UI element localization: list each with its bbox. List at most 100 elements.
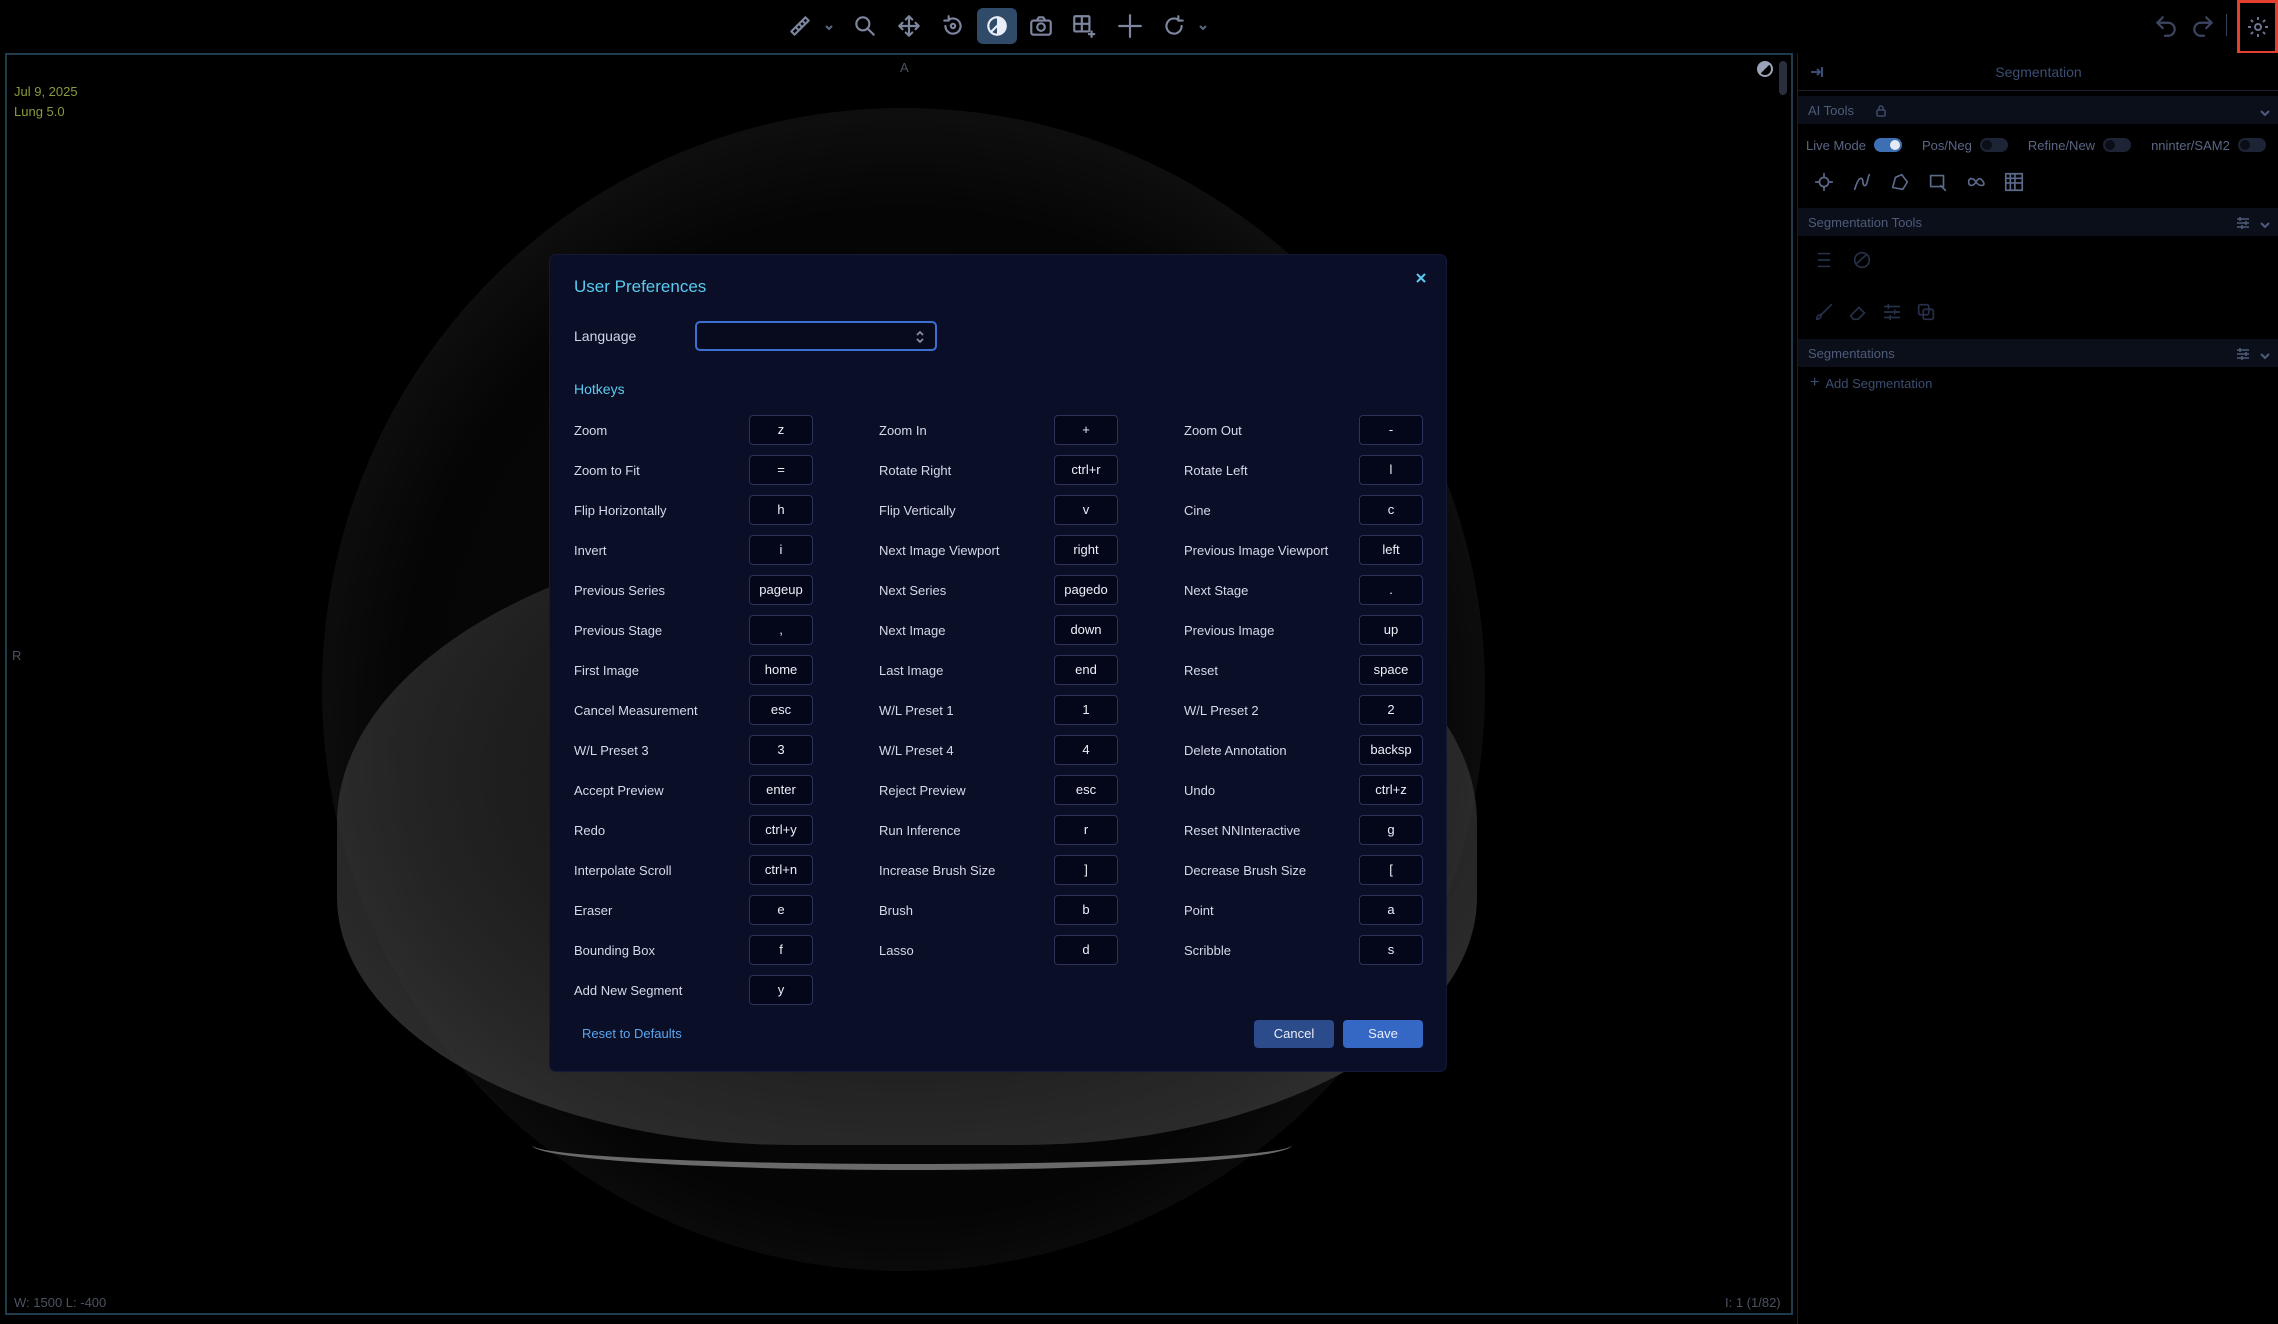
eraser-tool[interactable] [1843, 297, 1873, 327]
ai-box-tool[interactable] [1923, 167, 1953, 197]
reset-to-defaults-button[interactable]: Reset to Defaults [582, 1026, 682, 1041]
hotkey-input[interactable]: e [749, 895, 813, 925]
ai-qr-tool[interactable] [1999, 167, 2029, 197]
hotkey-input[interactable]: space [1359, 655, 1423, 685]
toolbar-divider [2226, 14, 2227, 36]
hotkey-input[interactable]: h [749, 495, 813, 525]
add-segmentation-label: Add Segmentation [1825, 375, 1933, 391]
hotkey-input[interactable]: , [749, 615, 813, 645]
reset-view-tool-button[interactable] [1154, 8, 1194, 44]
hotkey-input[interactable]: [ [1359, 855, 1423, 885]
shapes-tool[interactable] [1847, 245, 1877, 275]
language-select[interactable] [695, 321, 937, 351]
hotkey-label: Cine [1184, 503, 1211, 518]
pos-neg-toggle[interactable] [1979, 138, 2008, 152]
settings-sliders-tool[interactable] [1877, 297, 1907, 327]
adjust-icon[interactable] [2235, 215, 2251, 231]
hotkey-input[interactable]: r [1054, 815, 1118, 845]
threshold-tool[interactable] [1809, 245, 1839, 275]
hotkey-input[interactable]: 3 [749, 735, 813, 765]
hotkey-input[interactable]: esc [749, 695, 813, 725]
viewport-contrast-icon[interactable] [1757, 61, 1773, 77]
hotkey-input[interactable]: backsp [1359, 735, 1423, 765]
settings-button[interactable] [2237, 0, 2278, 54]
add-segmentation-button[interactable]: + Add Segmentation [1810, 374, 1932, 392]
hotkey-input[interactable]: f [749, 935, 813, 965]
capture-tool-button[interactable] [1021, 8, 1061, 44]
hotkey-input[interactable]: left [1359, 535, 1423, 565]
hotkey-input[interactable]: + [1054, 415, 1118, 445]
close-dialog-button[interactable] [1414, 271, 1432, 289]
hotkey-input[interactable]: s [1359, 935, 1423, 965]
chevron-down-icon [2259, 348, 2271, 360]
undo-button[interactable] [2146, 8, 2186, 44]
hotkey-input[interactable]: v [1054, 495, 1118, 525]
hotkey-input[interactable]: right [1054, 535, 1118, 565]
nninter-sam2-toggle[interactable] [2237, 138, 2266, 152]
hotkey-input[interactable]: y [749, 975, 813, 1005]
hotkey-input[interactable]: up [1359, 615, 1423, 645]
window-level-tool-button[interactable] [977, 8, 1017, 44]
zoom-tool-button[interactable] [845, 8, 885, 44]
refine-new-toggle[interactable] [2103, 138, 2132, 152]
hotkey-input[interactable]: a [1359, 895, 1423, 925]
cancel-button[interactable]: Cancel [1254, 1020, 1334, 1048]
hotkey-row: W/L Preset 4 4 [879, 735, 1162, 765]
hotkey-input[interactable]: i [749, 535, 813, 565]
hotkey-label: First Image [574, 663, 640, 678]
hotkey-input[interactable]: home [749, 655, 813, 685]
crosshairs-tool-button[interactable] [1110, 8, 1150, 44]
hotkey-label: Lasso [879, 943, 914, 958]
hotkey-input[interactable]: . [1359, 575, 1423, 605]
adjust-icon[interactable] [2235, 346, 2251, 362]
hotkey-input[interactable]: enter [749, 775, 813, 805]
brush-tool[interactable] [1809, 297, 1839, 327]
measure-dropdown-caret[interactable] [824, 20, 834, 32]
redo-button[interactable] [2183, 8, 2223, 44]
hotkey-label: Add New Segment [574, 983, 683, 998]
segmentation-tools-header[interactable]: Segmentation Tools [1798, 208, 2278, 236]
ai-polygon-tool[interactable] [1885, 167, 1915, 197]
rotate-tool-button[interactable] [933, 8, 973, 44]
hotkey-input[interactable]: ctrl+r [1054, 455, 1118, 485]
hotkey-input[interactable]: d [1054, 935, 1118, 965]
measure-tool-button[interactable] [780, 8, 820, 44]
hotkey-input[interactable]: ] [1054, 855, 1118, 885]
language-label: Language [574, 328, 637, 344]
hotkey-input[interactable]: ctrl+n [749, 855, 813, 885]
viewport-scrollbar[interactable] [1779, 61, 1787, 95]
hotkey-input[interactable]: b [1054, 895, 1118, 925]
ai-point-tool[interactable] [1809, 167, 1839, 197]
hotkey-input[interactable]: 1 [1054, 695, 1118, 725]
hotkey-input[interactable]: ctrl+y [749, 815, 813, 845]
hotkey-input[interactable]: l [1359, 455, 1423, 485]
ai-lasso-tool[interactable] [1961, 167, 1991, 197]
ai-scribble-tool[interactable] [1847, 167, 1877, 197]
hotkey-input[interactable]: esc [1054, 775, 1118, 805]
hotkey-input[interactable]: pagedo [1054, 575, 1118, 605]
pan-tool-button[interactable] [889, 8, 929, 44]
hotkey-input[interactable]: - [1359, 415, 1423, 445]
dialog-title: User Preferences [574, 277, 707, 296]
hotkey-input[interactable]: z [749, 415, 813, 445]
hotkey-input[interactable]: 2 [1359, 695, 1423, 725]
hotkey-input[interactable]: ctrl+z [1359, 775, 1423, 805]
hotkey-label: Decrease Brush Size [1184, 863, 1307, 878]
layout-tool-button[interactable] [1064, 8, 1104, 44]
hotkey-input[interactable]: 4 [1054, 735, 1118, 765]
hotkey-label: Zoom In [879, 423, 927, 438]
hotkey-input[interactable]: end [1054, 655, 1118, 685]
hotkey-input[interactable]: g [1359, 815, 1423, 845]
hotkey-input[interactable]: = [749, 455, 813, 485]
merge-tool[interactable] [1911, 297, 1941, 327]
hotkey-input[interactable]: down [1054, 615, 1118, 645]
save-button[interactable]: Save [1343, 1020, 1423, 1048]
live-mode-toggle[interactable] [1873, 138, 1902, 152]
more-tools-caret[interactable] [1198, 20, 1208, 32]
ai-tools-header[interactable]: AI Tools [1798, 96, 2278, 124]
refine-new-label: Refine/New [2027, 137, 2096, 153]
hotkey-input[interactable]: pageup [749, 575, 813, 605]
hotkey-input[interactable]: c [1359, 495, 1423, 525]
window-level-readout: W: 1500 L: -400 [14, 1295, 107, 1310]
segmentations-header[interactable]: Segmentations [1798, 339, 2278, 367]
